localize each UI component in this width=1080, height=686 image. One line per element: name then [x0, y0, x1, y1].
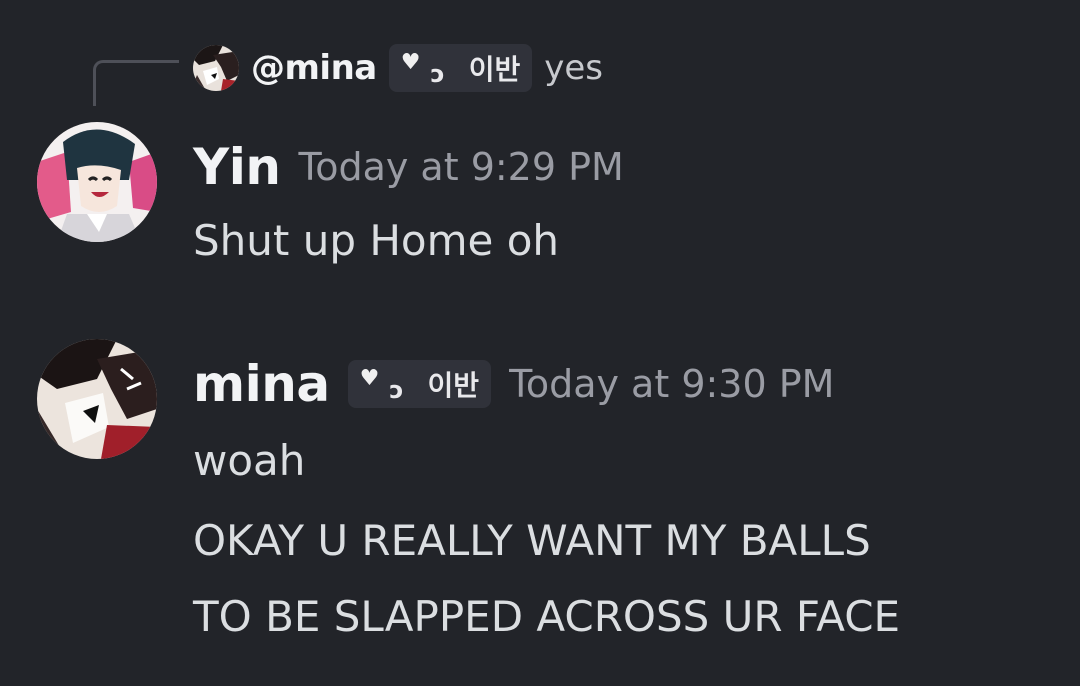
message-header-yin: Yin Today at 9:29 PM [193, 138, 624, 196]
message-text: TO BE SLAPPED ACROSS UR FACE [193, 592, 901, 641]
reply-message-text[interactable]: yes [544, 48, 603, 88]
message-text: Shut up Home oh [193, 216, 560, 265]
reply-preview[interactable]: @mina ♥ ɔ 이반 yes [193, 40, 603, 96]
reply-tag-text: 이반 [468, 53, 521, 86]
message-text: OKAY U REALLY WANT MY BALLS [193, 516, 871, 565]
user-avatar-yin[interactable] [37, 122, 157, 242]
reply-author-name[interactable]: @mina [251, 48, 377, 88]
message-text: woah [193, 436, 306, 485]
reply-author-tag[interactable]: ♥ ɔ 이반 [388, 44, 533, 92]
reply-avatar[interactable] [193, 45, 239, 91]
hook-glyph: ɔ [389, 376, 404, 404]
timestamp[interactable]: Today at 9:30 PM [509, 362, 834, 406]
message-header-mina: mina ♥ ɔ 이반 Today at 9:30 PM [193, 355, 834, 413]
author-name-mina[interactable]: mina [193, 355, 330, 413]
user-avatar-mina[interactable] [37, 339, 157, 459]
heart-icon: ♥ [400, 50, 421, 75]
author-tag[interactable]: ♥ ɔ 이반 [347, 360, 492, 408]
reply-connector [93, 60, 179, 106]
tag-text: 이반 [427, 369, 480, 402]
timestamp[interactable]: Today at 9:29 PM [298, 145, 623, 189]
author-name-yin[interactable]: Yin [193, 138, 281, 196]
hook-glyph: ɔ [430, 60, 445, 88]
heart-icon: ♥ [359, 366, 380, 391]
